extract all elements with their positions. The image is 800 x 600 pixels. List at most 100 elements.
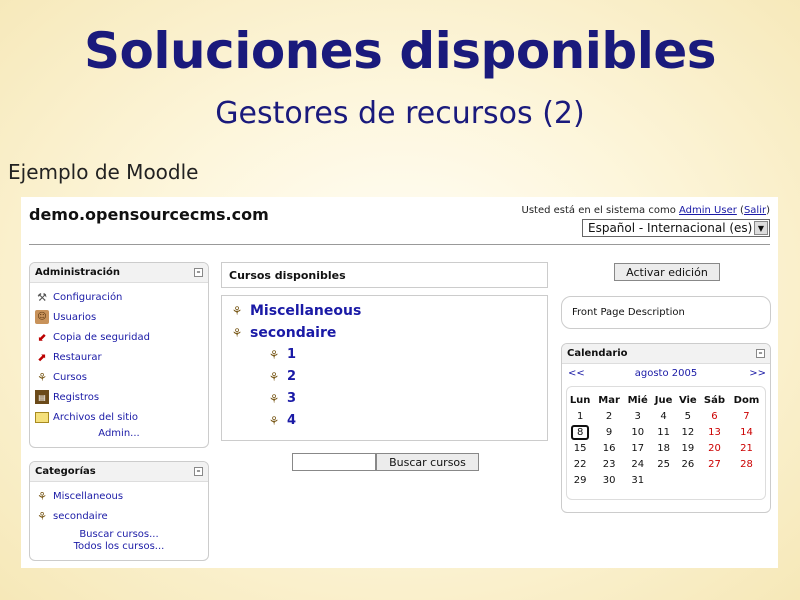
course-icon: ⚘	[231, 326, 243, 340]
calendar-day[interactable]: 5	[676, 408, 700, 424]
category-label[interactable]: Miscellaneous	[53, 491, 123, 502]
users-icon: ☺	[35, 310, 49, 324]
search-courses-button[interactable]: Buscar cursos	[376, 453, 479, 471]
admin-item-label[interactable]: Copia de seguridad	[53, 332, 150, 343]
admin-item-restaurar[interactable]: ⬈ Restaurar	[35, 347, 208, 367]
calendar-day[interactable]: 18	[652, 440, 676, 456]
course-category-label[interactable]: secondaire	[250, 325, 336, 341]
weekday: Vie	[678, 394, 697, 406]
calendar-day[interactable]: 3	[624, 408, 652, 424]
course-item[interactable]: ⚘ 2	[267, 369, 296, 384]
calendar-day[interactable]: 17	[624, 440, 652, 456]
course-category-item[interactable]: ⚘ Miscellaneous	[230, 303, 362, 319]
collapse-icon[interactable]: –	[194, 268, 203, 277]
all-courses-link[interactable]: Todos los cursos...	[30, 541, 208, 552]
dropdown-arrow-icon[interactable]: ▼	[754, 221, 768, 235]
admin-item-configuracion[interactable]: ⚒ Configuración	[35, 287, 208, 307]
login-prefix: Usted está en el sistema como	[521, 205, 679, 216]
calendar-day[interactable]: 1	[566, 408, 594, 424]
calendar-day[interactable]: 13	[700, 424, 729, 440]
calendar-day	[729, 472, 764, 488]
hammer-icon: ⚒	[37, 290, 47, 304]
language-select[interactable]: Español - Internacional (es) ▼	[582, 219, 770, 237]
admin-item-usuarios[interactable]: ☺ Usuarios	[35, 307, 208, 327]
calendar-day[interactable]: 21	[729, 440, 764, 456]
category-item[interactable]: ⚘ secondaire	[35, 506, 208, 526]
calendar-day	[652, 472, 676, 488]
admin-item-archivos[interactable]: Archivos del sitio	[35, 407, 208, 427]
course-search-input[interactable]	[292, 453, 376, 471]
calendar-day[interactable]: 22	[566, 456, 594, 472]
category-item[interactable]: ⚘ Miscellaneous	[35, 486, 208, 506]
calendar-day[interactable]: 15	[566, 440, 594, 456]
admin-list: ⚒ Configuración ☺ Usuarios ⬋ Copia de se…	[30, 283, 208, 427]
admin-item-label[interactable]: Cursos	[53, 372, 87, 383]
course-icon: ⚘	[37, 489, 47, 503]
calendar-day[interactable]: 25	[652, 456, 676, 472]
admin-item-cursos[interactable]: ⚘ Cursos	[35, 367, 208, 387]
calendar-day[interactable]: 31	[624, 472, 652, 488]
user-link[interactable]: Admin User	[679, 205, 737, 216]
admin-item-copia[interactable]: ⬋ Copia de seguridad	[35, 327, 208, 347]
calendar-day[interactable]: 23	[594, 456, 624, 472]
calendar-day[interactable]: 26	[676, 456, 700, 472]
calendar-day[interactable]: 11	[652, 424, 676, 440]
calendar-month-link[interactable]: agosto 2005	[566, 368, 766, 379]
calendar-day[interactable]: 29	[566, 472, 594, 488]
admin-item-label[interactable]: Configuración	[53, 292, 122, 303]
course-item[interactable]: ⚘ 4	[267, 413, 296, 428]
slide-caption: Ejemplo de Moodle	[8, 160, 199, 184]
collapse-icon[interactable]: –	[194, 467, 203, 476]
calendar-week: 1 2 3 4 5 6 7	[566, 408, 764, 424]
today-marker[interactable]: 8	[570, 424, 590, 440]
category-label[interactable]: secondaire	[53, 511, 108, 522]
calendar-week: 15 16 17 18 19 20 21	[566, 440, 764, 456]
calendar-day[interactable]: 24	[624, 456, 652, 472]
calendar-day[interactable]: 20	[700, 440, 729, 456]
course-label[interactable]: 1	[287, 347, 296, 362]
calendar-next-link[interactable]: >>	[749, 368, 766, 379]
course-item[interactable]: ⚘ 3	[267, 391, 296, 406]
calendar-day-today[interactable]: 8	[566, 424, 594, 440]
calendar-day[interactable]: 4	[652, 408, 676, 424]
course-category-label[interactable]: Miscellaneous	[250, 303, 361, 319]
admin-block-title: Administración	[35, 267, 121, 278]
course-label[interactable]: 3	[287, 391, 296, 406]
calendar-block-header: Calendario –	[562, 344, 770, 364]
calendar-week: 22 23 24 25 26 27 28	[566, 456, 764, 472]
admin-item-label[interactable]: Archivos del sitio	[53, 412, 138, 423]
calendar-day[interactable]: 14	[729, 424, 764, 440]
weekday: Dom	[733, 394, 760, 406]
course-label[interactable]: 4	[287, 413, 296, 428]
calendar-day[interactable]: 28	[729, 456, 764, 472]
admin-more-link[interactable]: Admin...	[30, 428, 208, 439]
search-courses-link[interactable]: Buscar cursos...	[30, 529, 208, 540]
calendar-day[interactable]: 27	[700, 456, 729, 472]
collapse-icon[interactable]: –	[756, 349, 765, 358]
calendar-day[interactable]: 19	[676, 440, 700, 456]
calendar-day[interactable]: 9	[594, 424, 624, 440]
calendar-day[interactable]: 6	[700, 408, 729, 424]
admin-item-label[interactable]: Usuarios	[53, 312, 96, 323]
site-name[interactable]: demo.opensourcecms.com	[29, 205, 269, 224]
admin-block-header: Administración –	[30, 263, 208, 283]
login-close-paren: )	[766, 205, 770, 216]
course-item[interactable]: ⚘ 1	[267, 347, 296, 362]
categories-block-header: Categorías –	[30, 462, 208, 482]
course-label[interactable]: 2	[287, 369, 296, 384]
calendar-day[interactable]: 16	[594, 440, 624, 456]
admin-item-label[interactable]: Restaurar	[53, 352, 102, 363]
logout-link[interactable]: Salir	[744, 205, 766, 216]
calendar-day[interactable]: 30	[594, 472, 624, 488]
admin-item-label[interactable]: Registros	[53, 392, 99, 403]
calendar-day[interactable]: 12	[676, 424, 700, 440]
slide-subtitle: Gestores de recursos (2)	[215, 96, 585, 131]
calendar-day[interactable]: 2	[594, 408, 624, 424]
admin-item-registros[interactable]: ▤ Registros	[35, 387, 208, 407]
front-page-description: Front Page Description	[572, 307, 685, 318]
calendar-day[interactable]: 7	[729, 408, 764, 424]
course-category-item[interactable]: ⚘ secondaire	[230, 325, 337, 341]
calendar-block-title: Calendario	[567, 348, 628, 359]
calendar-day[interactable]: 10	[624, 424, 652, 440]
enable-editing-button[interactable]: Activar edición	[614, 263, 720, 281]
